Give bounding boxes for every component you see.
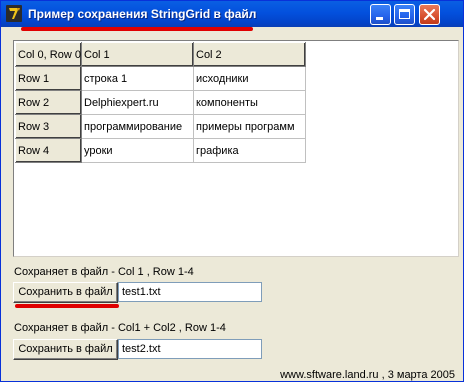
minimize-button[interactable] xyxy=(370,4,391,25)
grid-cell[interactable]: графика xyxy=(193,138,306,163)
footer-credit: www.sftware.land.ru , 3 марта 2005 xyxy=(280,369,455,381)
grid-row[interactable]: Row 1 строка 1 исходники xyxy=(15,66,306,91)
grid-cell[interactable]: программирование xyxy=(81,114,194,139)
grid-row-header[interactable]: Row 3 xyxy=(15,114,82,139)
close-icon xyxy=(423,8,436,21)
main-window: Пример сохранения StringGrid в файл Col … xyxy=(0,0,464,382)
grid-row[interactable]: Row 2 Delphiexpert.ru компоненты xyxy=(15,90,306,115)
grid-row[interactable]: Col 0, Row 0 Col 1 Col 2 xyxy=(15,42,306,67)
minimize-icon xyxy=(376,17,383,20)
save-file-button-2[interactable]: Сохранить в файл xyxy=(13,339,118,360)
grid-row-header[interactable]: Row 4 xyxy=(15,138,82,163)
section1-description: Сохраняет в файл - Col 1 , Row 1-4 xyxy=(14,266,194,278)
close-button[interactable] xyxy=(419,4,440,25)
title-highlight-underline xyxy=(21,27,253,31)
grid-cell[interactable]: строка 1 xyxy=(81,66,194,91)
window-title: Пример сохранения StringGrid в файл xyxy=(28,7,257,21)
section2-description: Сохраняет в файл - Col1 + Col2 , Row 1-4 xyxy=(14,322,226,334)
maximize-button[interactable] xyxy=(394,4,415,25)
maximize-icon xyxy=(399,9,410,19)
grid-header-cell[interactable]: Col 2 xyxy=(193,42,306,67)
grid-cell[interactable]: исходники xyxy=(193,66,306,91)
grid-table[interactable]: Col 0, Row 0 Col 1 Col 2 Row 1 строка 1 исход… xyxy=(15,42,306,163)
title-bar[interactable]: Пример сохранения StringGrid в файл xyxy=(1,1,463,27)
grid-row[interactable]: Row 4 уроки графика xyxy=(15,138,306,163)
grid-cell[interactable]: Delphiexpert.ru xyxy=(81,90,194,115)
grid-cell[interactable]: примеры программ xyxy=(193,114,306,139)
filename-input-2[interactable]: test2.txt xyxy=(118,339,262,359)
grid-header-cell[interactable]: Col 0, Row 0 xyxy=(15,42,82,67)
grid-header-cell[interactable]: Col 1 xyxy=(81,42,194,67)
grid-cell[interactable]: компоненты xyxy=(193,90,306,115)
grid-row[interactable]: Row 3 программирование примеры программ xyxy=(15,114,306,139)
grid-row-header[interactable]: Row 1 xyxy=(15,66,82,91)
delphi-app-icon[interactable] xyxy=(6,5,22,22)
grid-cell[interactable]: уроки xyxy=(81,138,194,163)
button-highlight-underline xyxy=(15,304,119,308)
string-grid[interactable]: Col 0, Row 0 Col 1 Col 2 Row 1 строка 1 исход… xyxy=(13,40,459,257)
filename-input-1[interactable]: test1.txt xyxy=(118,282,262,302)
grid-row-header[interactable]: Row 2 xyxy=(15,90,82,115)
save-file-button-1[interactable]: Сохранить в файл xyxy=(13,282,118,303)
